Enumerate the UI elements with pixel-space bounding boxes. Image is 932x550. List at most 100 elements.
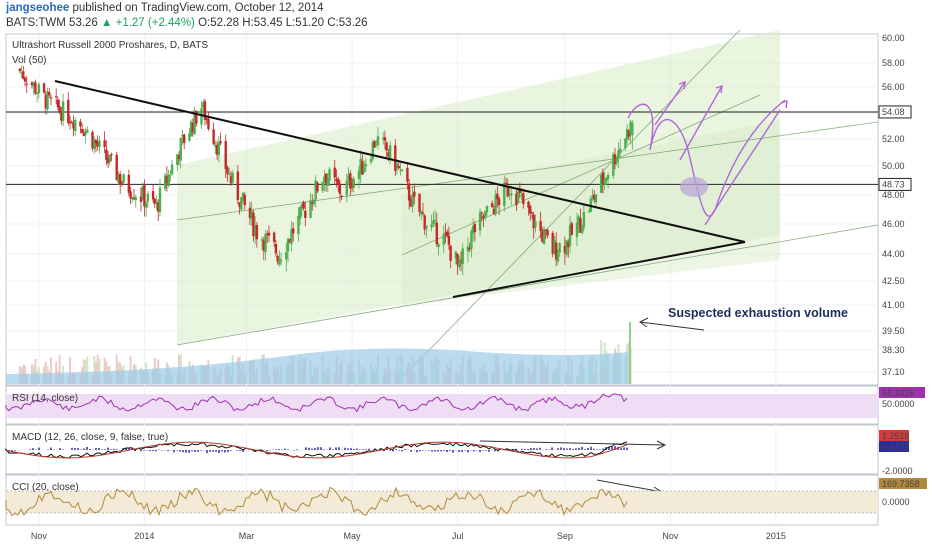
candle-body — [542, 229, 546, 245]
candle-body — [56, 99, 60, 108]
y-tick-label: 44.00 — [882, 249, 905, 259]
candle-body — [129, 191, 132, 199]
x-tick-label: Nov — [662, 531, 679, 541]
candle-body — [406, 167, 409, 182]
candle-body — [292, 228, 295, 234]
candle-body — [35, 92, 39, 95]
candle-body — [388, 145, 392, 160]
candle-body — [385, 142, 388, 151]
rsi-tick-label: 50.0000 — [882, 399, 915, 409]
candle-body — [212, 129, 215, 145]
candle-body — [619, 148, 622, 153]
candle-body — [158, 187, 162, 213]
candle-body — [79, 121, 82, 127]
candle-body — [316, 182, 319, 192]
candle-body — [433, 219, 437, 221]
candle-body — [224, 141, 227, 170]
forecast-ellipse — [680, 177, 708, 197]
candle-body — [336, 178, 340, 185]
candle-body — [401, 169, 404, 171]
candle-body — [534, 221, 537, 227]
last-candle-body — [631, 122, 634, 136]
symbol-label[interactable]: BATS:TWM — [6, 17, 66, 29]
candle-body — [134, 197, 137, 201]
candle-body — [236, 171, 240, 201]
macd-tick-label: -2.0000 — [882, 466, 913, 476]
exhaustion-volume-note: Suspected exhaustion volume — [668, 306, 848, 320]
y-tick-label: 50.00 — [882, 161, 905, 171]
candle-body — [103, 140, 106, 148]
y-tick-label: 48.00 — [882, 190, 905, 200]
candle-body — [461, 248, 464, 265]
candle-body — [352, 178, 355, 188]
candle-body — [179, 137, 182, 161]
candle-body — [437, 243, 440, 248]
candle-body — [447, 235, 451, 245]
price-change: ▲ +1.27 (+2.44%) — [101, 17, 195, 29]
y-tick-label: 56.00 — [882, 82, 905, 92]
cci-title: CCI (20, close) — [12, 482, 79, 493]
y-tick-label: 58.00 — [882, 58, 905, 68]
header-line-1: jangseohee published on TradingView.com,… — [6, 2, 324, 14]
rsi-title: RSI (14, close) — [12, 393, 78, 404]
candle-body — [58, 106, 61, 112]
candle-body — [122, 174, 125, 183]
cci-tick-label: 0.0000 — [882, 497, 910, 507]
candle-body — [580, 227, 584, 233]
candle-body — [170, 164, 174, 175]
y-tick-label: 38.30 — [882, 345, 905, 355]
high-value: H:53.45 — [242, 17, 283, 29]
candle-body — [98, 140, 101, 148]
y-tick-label: 42.50 — [882, 276, 905, 286]
candle-body — [127, 174, 131, 193]
candle-body — [267, 232, 271, 236]
candle-body — [108, 154, 112, 162]
candle-body — [34, 82, 37, 94]
candle-body — [383, 137, 387, 141]
cci-value-label: 169.7358 — [882, 479, 920, 489]
candle-body — [144, 202, 148, 208]
candle-body — [606, 175, 610, 180]
author-name[interactable]: jangseohee — [6, 2, 69, 14]
candle-body — [42, 83, 46, 93]
low-value: L:51.20 — [285, 17, 325, 29]
candle-body — [449, 245, 452, 261]
candle-body — [575, 222, 579, 238]
rsi-value-label: 68.2426 — [882, 388, 915, 398]
candle-body — [470, 231, 473, 249]
candle-body — [530, 212, 534, 214]
candle-body — [478, 212, 482, 231]
y-tick-label: 41.00 — [882, 300, 905, 310]
candle-body — [70, 121, 73, 124]
candle-body — [418, 193, 421, 212]
candle-body — [506, 187, 509, 197]
candle-body — [105, 149, 108, 160]
y-tick-label: 46.00 — [882, 219, 905, 229]
candle-body — [255, 224, 259, 240]
candle-body — [430, 224, 433, 228]
candle-body — [376, 136, 380, 146]
candle-body — [582, 211, 586, 228]
candle-body — [338, 183, 342, 194]
published-text: published on TradingView.com, October 12… — [72, 2, 324, 14]
publish-header: jangseohee published on TradingView.com,… — [4, 0, 928, 34]
macd-title: MACD (12, 26, close, 9, false, true) — [12, 432, 168, 443]
candle-body — [285, 252, 288, 260]
close-value: C:53.26 — [327, 17, 368, 29]
candle-body — [425, 225, 428, 229]
candle-body — [86, 129, 89, 133]
candle-body — [274, 244, 278, 254]
candle-body — [183, 134, 186, 144]
candle-body — [217, 142, 221, 156]
candle-body — [231, 172, 234, 183]
candle-body — [570, 223, 573, 235]
chart-canvas[interactable]: Nov 2014 Mar May Jul Sep Nov 2015 60.00 58.00 56.0… — [0, 0, 932, 550]
candle-body — [369, 158, 373, 163]
x-tick-label: 2014 — [134, 531, 154, 541]
candle-body — [333, 167, 336, 178]
candle-body — [435, 222, 439, 245]
candle-body — [110, 154, 113, 156]
candle-body — [264, 233, 267, 253]
candle-body — [413, 191, 416, 197]
candle-body — [362, 167, 366, 173]
